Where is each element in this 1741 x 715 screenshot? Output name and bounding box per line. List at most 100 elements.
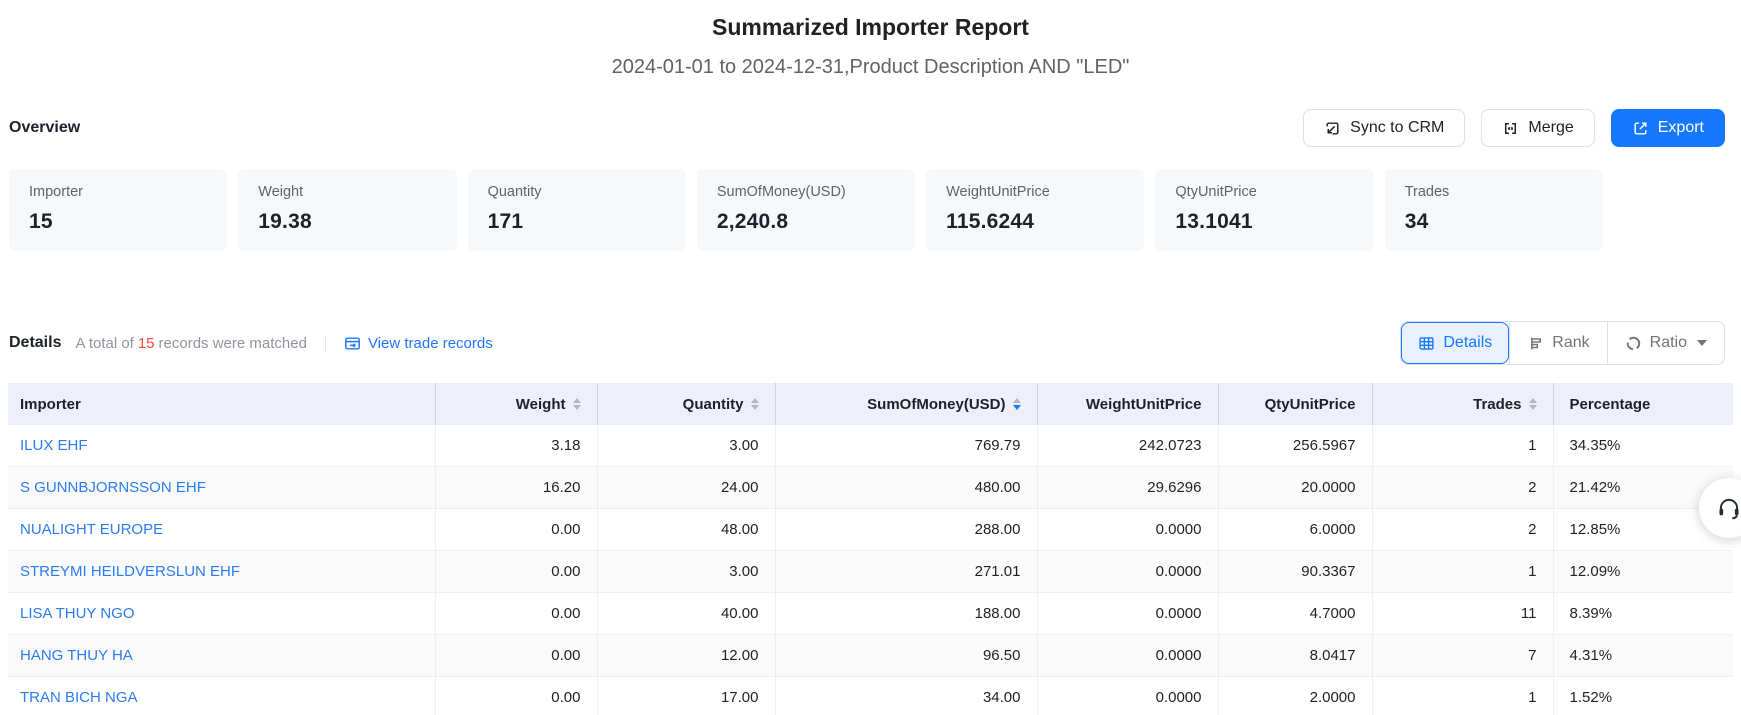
stat-value: 13.1041: [1175, 210, 1353, 234]
stat-label: Quantity: [488, 184, 666, 200]
cell-weight: 0.00: [435, 551, 597, 593]
summary-suffix: records were matched: [159, 335, 307, 352]
stat-value: 2,240.8: [717, 210, 895, 234]
cell-weightunitprice: 0.0000: [1037, 635, 1218, 677]
cell-trades: 7: [1372, 635, 1553, 677]
stat-card-weightunitprice: WeightUnitPrice 115.6244: [926, 169, 1144, 251]
sync-to-crm-button[interactable]: Sync to CRM: [1303, 109, 1465, 147]
stat-label: SumOfMoney(USD): [717, 184, 895, 200]
cell-quantity: 48.00: [597, 509, 775, 551]
stat-value: 115.6244: [946, 210, 1124, 234]
chevron-down-icon: [1697, 340, 1707, 346]
cell-sumofmoney: 188.00: [775, 593, 1037, 635]
stat-card-sumofmoney: SumOfMoney(USD) 2,240.8: [697, 169, 915, 251]
importer-link[interactable]: TRAN BICH NGA: [20, 689, 138, 706]
cell-trades: 2: [1372, 467, 1553, 509]
stat-label: QtyUnitPrice: [1175, 184, 1353, 200]
stat-card-quantity: Quantity 171: [468, 169, 686, 251]
sort-icon[interactable]: [573, 398, 581, 410]
cell-weightunitprice: 0.0000: [1037, 551, 1218, 593]
table-row: LISA THUY NGO 0.00 40.00 188.00 0.0000 4…: [8, 593, 1733, 635]
cell-qtyunitprice: 2.0000: [1218, 677, 1372, 715]
sync-to-crm-label: Sync to CRM: [1350, 119, 1444, 137]
overview-heading: Overview: [9, 119, 80, 137]
column-header-weightunitprice: WeightUnitPrice: [1037, 383, 1218, 425]
cell-trades: 2: [1372, 509, 1553, 551]
importer-link[interactable]: LISA THUY NGO: [20, 605, 135, 622]
column-header-trades[interactable]: Trades: [1372, 383, 1553, 425]
cell-qtyunitprice: 20.0000: [1218, 467, 1372, 509]
page-subtitle: 2024-01-01 to 2024-12-31,Product Descrip…: [0, 56, 1741, 79]
cell-quantity: 40.00: [597, 593, 775, 635]
importer-link[interactable]: STREYMI HEILDVERSLUN EHF: [20, 563, 240, 580]
details-left: Details A total of15records were matched…: [9, 334, 493, 352]
tab-details-label: Details: [1443, 334, 1492, 352]
rank-bars-icon: [1527, 335, 1544, 352]
cell-weightunitprice: 29.6296: [1037, 467, 1218, 509]
stat-value: 171: [488, 210, 666, 234]
tab-ratio[interactable]: Ratio: [1607, 322, 1724, 364]
cell-qtyunitprice: 90.3367: [1218, 551, 1372, 593]
importer-link[interactable]: HANG THUY HA: [20, 647, 133, 664]
external-link-icon: [1632, 120, 1649, 137]
view-trade-records-link[interactable]: View trade records: [344, 335, 493, 352]
table-row: S GUNNBJORNSSON EHF 16.20 24.00 480.00 2…: [8, 467, 1733, 509]
merge-icon: [1502, 120, 1519, 137]
stat-card-qtyunitprice: QtyUnitPrice 13.1041: [1155, 169, 1373, 251]
cell-weight: 0.00: [435, 635, 597, 677]
column-header-weight[interactable]: Weight: [435, 383, 597, 425]
table-row: NUALIGHT EUROPE 0.00 48.00 288.00 0.0000…: [8, 509, 1733, 551]
stat-label: Trades: [1405, 184, 1583, 200]
stat-value: 15: [29, 210, 207, 234]
cell-quantity: 17.00: [597, 677, 775, 715]
table-row: STREYMI HEILDVERSLUN EHF 0.00 3.00 271.0…: [8, 551, 1733, 593]
sync-in-icon: [1324, 120, 1341, 137]
cell-qtyunitprice: 6.0000: [1218, 509, 1372, 551]
sort-icon[interactable]: [1529, 398, 1537, 410]
details-heading: Details: [9, 334, 61, 352]
column-header-sumofmoney[interactable]: SumOfMoney(USD): [775, 383, 1037, 425]
table-row: ILUX EHF 3.18 3.00 769.79 242.0723 256.5…: [8, 425, 1733, 467]
tab-details[interactable]: Details: [1401, 322, 1509, 364]
cell-percentage: 8.39%: [1553, 593, 1733, 635]
cell-percentage: 4.31%: [1553, 635, 1733, 677]
merge-button[interactable]: Merge: [1481, 109, 1594, 147]
cell-qtyunitprice: 4.7000: [1218, 593, 1372, 635]
overview-bar: Overview Sync to CRM Merge: [9, 109, 1725, 147]
records-summary: A total of15records were matched: [75, 335, 306, 352]
stat-value: 34: [1405, 210, 1583, 234]
tab-ratio-label: Ratio: [1650, 334, 1687, 352]
importer-link[interactable]: NUALIGHT EUROPE: [20, 521, 163, 538]
sort-icon[interactable]: [751, 398, 759, 410]
export-button[interactable]: Export: [1611, 109, 1725, 147]
cell-percentage: 34.35%: [1553, 425, 1733, 467]
cell-quantity: 12.00: [597, 635, 775, 677]
cell-weightunitprice: 242.0723: [1037, 425, 1218, 467]
cell-trades: 11: [1372, 593, 1553, 635]
overview-actions: Sync to CRM Merge Export: [1303, 109, 1725, 147]
cell-sumofmoney: 271.01: [775, 551, 1037, 593]
stat-label: WeightUnitPrice: [946, 184, 1124, 200]
sort-icon-active-desc[interactable]: [1013, 398, 1021, 410]
cell-qtyunitprice: 256.5967: [1218, 425, 1372, 467]
tab-rank[interactable]: Rank: [1509, 322, 1606, 364]
importer-link[interactable]: S GUNNBJORNSSON EHF: [20, 479, 206, 496]
importer-link[interactable]: ILUX EHF: [20, 437, 88, 454]
cell-weight: 0.00: [435, 509, 597, 551]
cell-sumofmoney: 34.00: [775, 677, 1037, 715]
cell-quantity: 3.00: [597, 425, 775, 467]
stat-card-trades: Trades 34: [1385, 169, 1603, 251]
column-header-importer: Importer: [8, 383, 435, 425]
stat-label: Importer: [29, 184, 207, 200]
merge-label: Merge: [1528, 119, 1573, 137]
column-header-quantity[interactable]: Quantity: [597, 383, 775, 425]
table-row: HANG THUY HA 0.00 12.00 96.50 0.0000 8.0…: [8, 635, 1733, 677]
page-title: Summarized Importer Report: [0, 14, 1741, 41]
stat-card-importer: Importer 15: [9, 169, 227, 251]
view-switcher: Details Rank Ratio: [1400, 321, 1725, 365]
stat-card-weight: Weight 19.38: [238, 169, 456, 251]
cell-weight: 0.00: [435, 593, 597, 635]
cell-sumofmoney: 769.79: [775, 425, 1037, 467]
view-trade-records-label: View trade records: [368, 335, 493, 352]
summary-prefix: A total of: [75, 335, 133, 352]
